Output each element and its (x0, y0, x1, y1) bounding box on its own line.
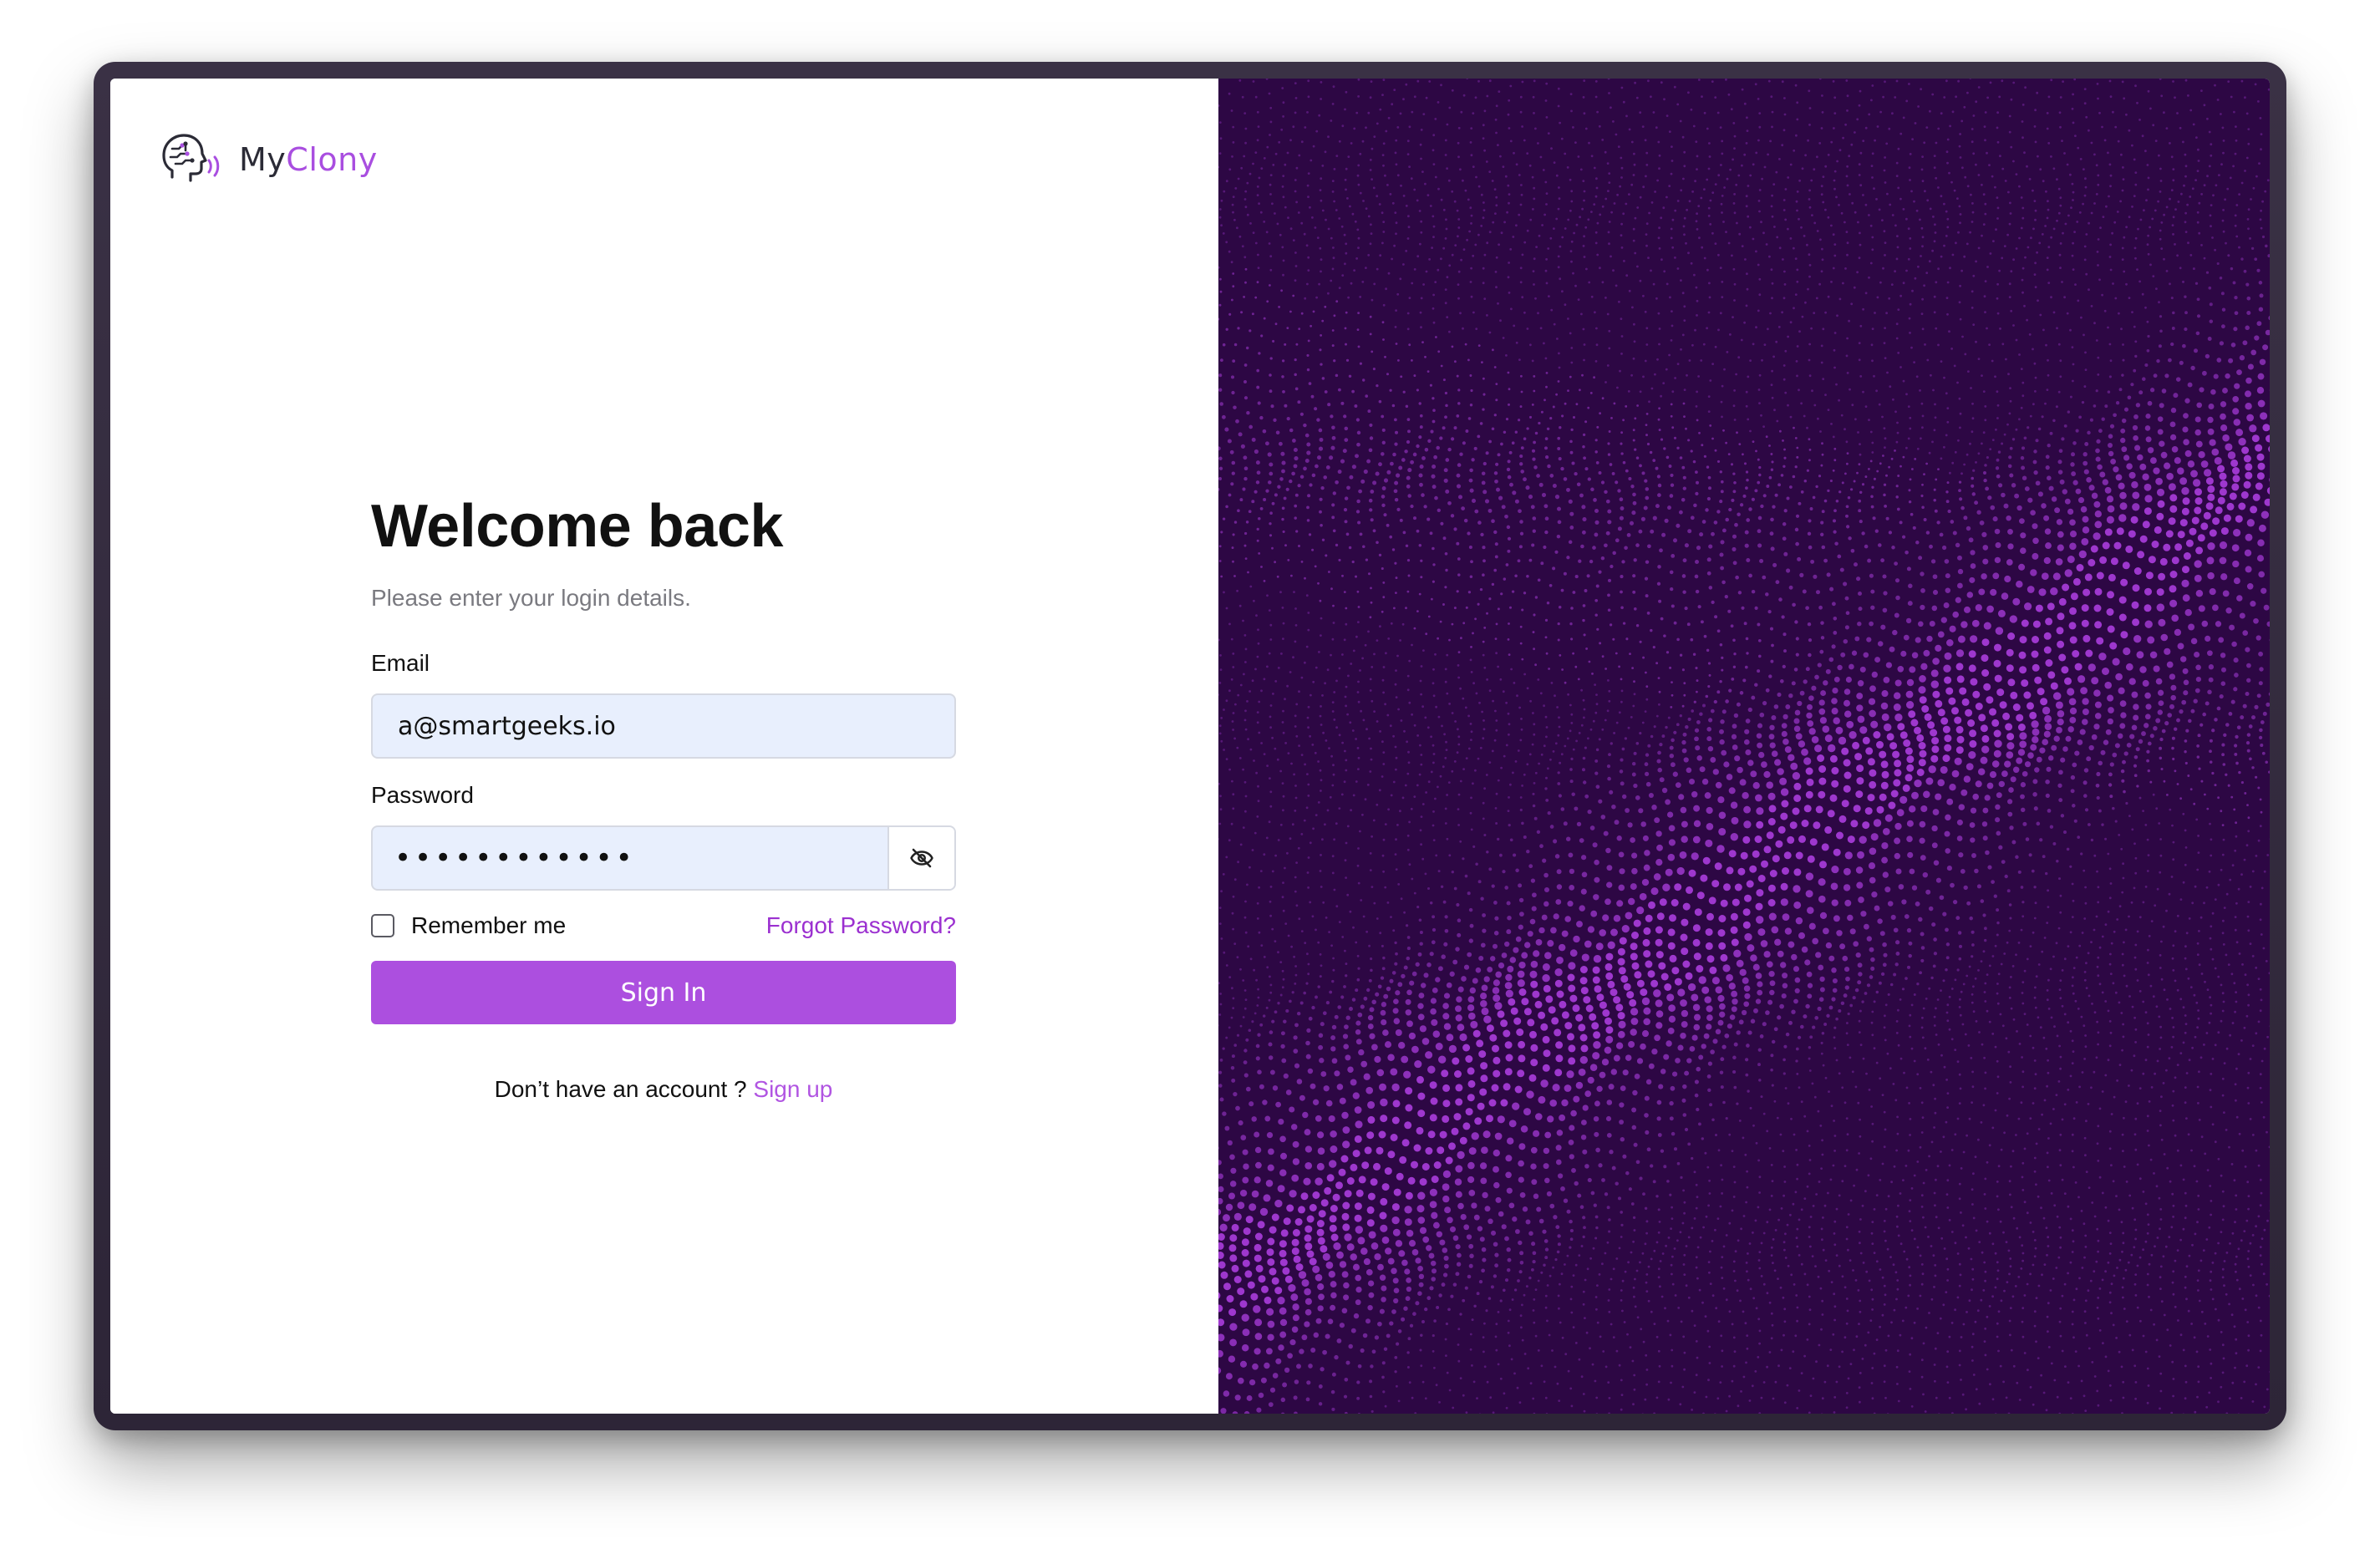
email-label: Email (371, 650, 430, 676)
login-form: Welcome back Please enter your login det… (371, 496, 956, 1103)
page-subtitle: Please enter your login details. (371, 585, 691, 611)
email-field[interactable] (373, 695, 954, 757)
sign-up-link[interactable]: Sign up (753, 1076, 832, 1102)
remember-me[interactable]: Remember me (371, 912, 566, 939)
remember-me-checkbox[interactable] (371, 914, 394, 937)
sign-in-button[interactable]: Sign In (371, 961, 956, 1024)
eye-off-icon (910, 848, 933, 868)
toggle-password-visibility-button[interactable] (887, 827, 954, 889)
hero-image-panel (1218, 79, 2270, 1414)
password-field-wrapper (371, 825, 956, 891)
brand-logo[interactable]: MyClony (160, 130, 378, 189)
brand-name-part1: My (239, 141, 287, 178)
signup-prompt: Don’t have an account ? (494, 1076, 747, 1102)
password-label: Password (371, 782, 474, 808)
device-frame: MyClony Welcome back Please enter your l… (94, 62, 2286, 1430)
brand-name-part2: Clony (286, 141, 378, 178)
options-row: Remember me Forgot Password? (371, 909, 956, 942)
app-screen: MyClony Welcome back Please enter your l… (110, 79, 2270, 1414)
login-panel: MyClony Welcome back Please enter your l… (110, 79, 1218, 1414)
signup-row: Don’t have an account ? Sign up (371, 1076, 956, 1103)
remember-me-label[interactable]: Remember me (411, 912, 566, 939)
purple-particle-wave-image (1218, 79, 2270, 1414)
brand-name: MyClony (239, 141, 378, 178)
forgot-password-link[interactable]: Forgot Password? (766, 912, 956, 939)
page-title: Welcome back (371, 493, 783, 560)
head-with-signal-icon (162, 134, 220, 182)
password-field[interactable] (373, 827, 891, 889)
email-field-wrapper (371, 693, 956, 759)
